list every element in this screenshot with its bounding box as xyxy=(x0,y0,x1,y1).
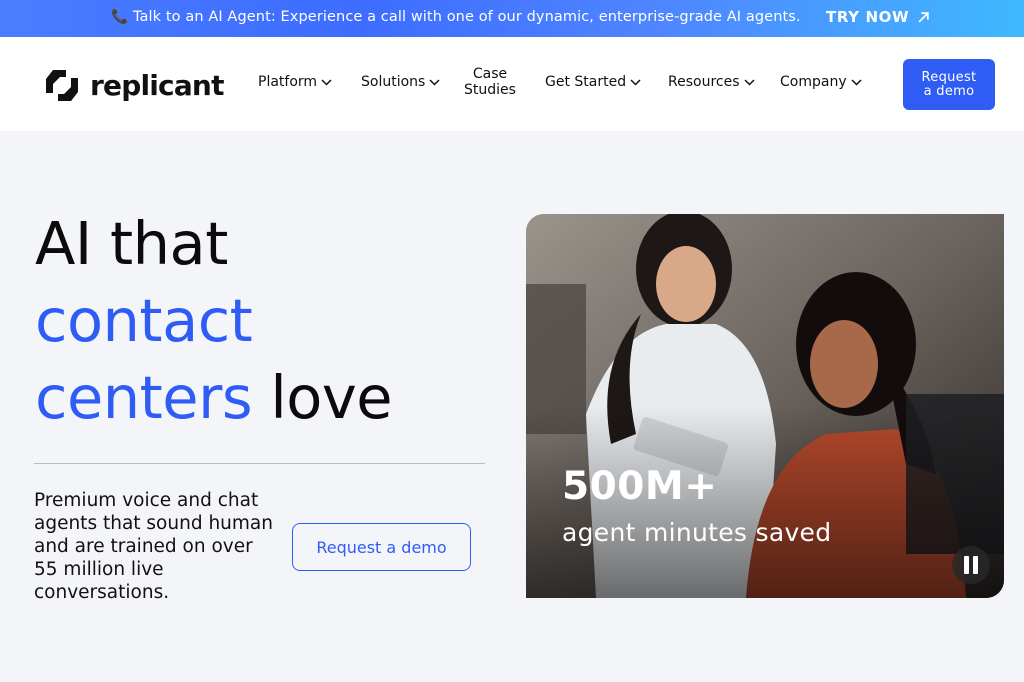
hero-divider xyxy=(34,463,485,464)
arrow-up-right-icon xyxy=(918,11,929,22)
chevron-down-icon xyxy=(630,79,641,86)
hero-title-line3: centers love xyxy=(35,359,393,436)
hero-title-line2: contact xyxy=(35,286,253,355)
pause-button[interactable] xyxy=(952,546,990,584)
nav-get-started[interactable]: Get Started xyxy=(545,74,641,90)
try-now-link[interactable]: TRY NOW xyxy=(826,8,930,26)
chevron-down-icon xyxy=(743,79,755,86)
logo-wordmark: replicant xyxy=(90,69,224,102)
replicant-logo[interactable]: replicant xyxy=(42,67,224,104)
hero-video: 500M+ agent minutes saved xyxy=(526,214,1004,598)
nav-case-studies-line2: Studies xyxy=(464,82,516,98)
chevron-down-icon xyxy=(429,79,440,86)
nav-company-label: Company xyxy=(780,74,847,90)
hero-title-line1: AI that xyxy=(35,209,228,278)
nav-get-started-label: Get Started xyxy=(545,74,627,90)
hero-title: AI that contact centers love xyxy=(35,205,393,436)
pause-icon-bar xyxy=(973,556,978,574)
nav-resources[interactable]: Resources xyxy=(668,74,755,90)
nav-case-studies-line1: Case xyxy=(472,66,508,82)
chevron-down-icon xyxy=(851,79,862,86)
hero-description: Premium voice and chat agents that sound… xyxy=(34,490,273,603)
announcement-message: Talk to an AI Agent: Experience a call w… xyxy=(133,9,801,25)
pause-icon xyxy=(964,556,969,574)
phone-icon: 📞 xyxy=(111,9,129,25)
nav-platform-label: Platform xyxy=(258,74,318,90)
chevron-down-icon xyxy=(321,79,332,86)
nav-solutions-label: Solutions xyxy=(361,74,426,90)
replicant-logo-icon xyxy=(46,70,78,101)
nav-resources-label: Resources xyxy=(668,74,740,90)
stat-label: agent minutes saved xyxy=(562,518,832,547)
request-demo-header-line2: a demo xyxy=(923,83,975,99)
try-now-label: TRY NOW xyxy=(826,8,910,26)
hero-title-line3-rest: love xyxy=(270,363,393,432)
request-demo-header-line1: Request xyxy=(921,69,977,85)
hero-title-line3-blue: centers xyxy=(35,363,253,432)
nav-company[interactable]: Company xyxy=(780,74,862,90)
nav-solutions[interactable]: Solutions xyxy=(361,74,440,90)
nav-platform[interactable]: Platform xyxy=(258,74,332,90)
request-demo-button[interactable]: Request a demo xyxy=(292,523,471,571)
site-header: replicant Platform Solutions Case Studie… xyxy=(0,37,1024,131)
announcement-bar: 📞 Talk to an AI Agent: Experience a call… xyxy=(0,0,1024,37)
nav-case-studies[interactable]: Case Studies xyxy=(463,66,517,98)
stat-value: 500M+ xyxy=(562,464,718,509)
request-demo-header-button[interactable]: Request a demo xyxy=(903,59,995,110)
